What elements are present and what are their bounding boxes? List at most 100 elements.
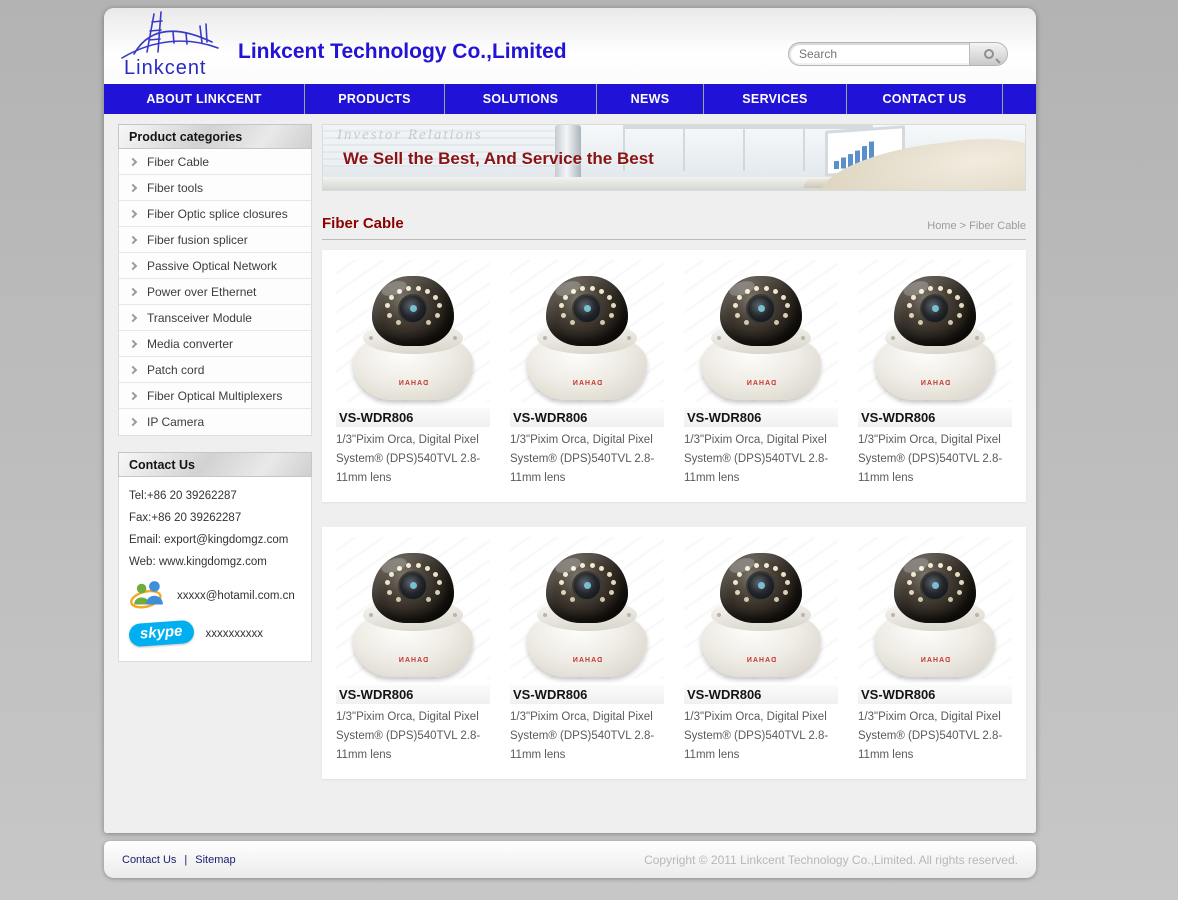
product-image[interactable]: DAHAN [510,537,664,679]
camera-dome [720,276,802,346]
category-label: Passive Optical Network [147,259,277,273]
msn-address[interactable]: xxxxx@hotamil.com.cn [177,590,295,602]
nav-item-solutions[interactable]: SOLUTIONS [445,84,597,114]
search-box [788,42,1008,66]
product-image[interactable]: DAHAN [684,537,838,679]
skype-id[interactable]: xxxxxxxxxx [206,628,264,640]
camera-lens [572,571,602,601]
product-description: 1/3"Pixim Orca, Digital Pixel System® (D… [684,431,838,488]
contact-web[interactable]: Web: www.kingdomgz.com [129,556,301,568]
product-image[interactable]: DAHAN [336,260,490,402]
dome-camera-illustration: DAHAN [869,543,1001,679]
product-image[interactable]: DAHAN [510,260,664,402]
camera-lens [398,571,428,601]
bridge-logo-icon [116,10,226,60]
product-title[interactable]: VS-WDR806 [336,408,490,427]
sidebar-item-media-converter[interactable]: Media converter [119,331,311,357]
dome-camera-illustration: DAHAN [695,266,827,402]
copyright: Copyright © 2011 Linkcent Technology Co.… [644,853,1018,867]
skype-logo: skype [128,620,194,647]
msn-messenger-icon [129,580,167,612]
sidebar-item-fiber-optical-multiplexers[interactable]: Fiber Optical Multiplexers [119,383,311,409]
search-input[interactable] [791,45,969,63]
sidebar-item-transceiver-module[interactable]: Transceiver Module [119,305,311,331]
product-card: DAHANVS-WDR8061/3"Pixim Orca, Digital Pi… [848,537,1022,765]
chevron-right-icon [129,157,137,165]
nav-item-services[interactable]: SERVICES [704,84,847,114]
camera-brand-label: DAHAN [695,380,827,387]
product-card: DAHANVS-WDR8061/3"Pixim Orca, Digital Pi… [326,260,500,488]
sidebar-item-passive-optical-network[interactable]: Passive Optical Network [119,253,311,279]
nav-filler [1003,84,1036,114]
product-title[interactable]: VS-WDR806 [858,408,1012,427]
chevron-right-icon [129,391,137,399]
main-nav: ABOUT LINKCENTPRODUCTSSOLUTIONSNEWSSERVI… [104,84,1036,114]
chevron-right-icon [129,339,137,347]
logo[interactable]: Linkcent [116,10,236,82]
categories-list: Fiber Cable Fiber toolsFiber Optic splice… [118,149,312,436]
product-card: DAHANVS-WDR8061/3"Pixim Orca, Digital Pi… [674,537,848,765]
nav-item-news[interactable]: NEWS [597,84,704,114]
chevron-right-icon [129,418,137,426]
camera-dome [894,553,976,623]
product-title[interactable]: VS-WDR806 [510,685,664,704]
camera-dome [372,276,454,346]
search-button[interactable] [969,43,1007,65]
camera-lens [572,294,602,324]
sidebar: Product categories Fiber CableFiber tool… [118,124,312,662]
product-image[interactable]: DAHAN [858,537,1012,679]
dome-camera-illustration: DAHAN [347,543,479,679]
camera-lens [746,294,776,324]
nav-item-about-linkcent[interactable]: ABOUT LINKCENT [104,84,305,114]
sidebar-item-fiber-cable[interactable]: Fiber Cable [119,149,311,175]
footer-separator: | [184,854,187,866]
category-label: Transceiver Module [147,311,252,325]
sidebar-item-ip-camera[interactable]: IP Camera [119,409,311,435]
product-image[interactable]: DAHAN [684,260,838,402]
sidebar-item-patch-cord[interactable]: Patch cord [119,357,311,383]
search-icon [984,49,994,59]
company-title: Linkcent Technology Co.,Limited [238,40,567,64]
category-label: Patch cord [147,363,204,377]
product-title[interactable]: VS-WDR806 [336,685,490,704]
nav-item-contact-us[interactable]: CONTACT US [847,84,1003,114]
category-label: Fiber Optical Multiplexers [147,389,282,403]
camera-brand-label: DAHAN [869,380,1001,387]
sidebar-item-fiber-optic-splice-closures[interactable]: Fiber Optic splice closures [119,201,311,227]
nav-item-products[interactable]: PRODUCTS [305,84,445,114]
camera-dome [894,276,976,346]
contact-box: Tel:+86 20 39262287 Fax:+86 20 39262287 … [118,477,312,662]
camera-lens [398,294,428,324]
breadcrumb[interactable]: Home > Fiber Cable [927,220,1026,232]
sidebar-item-fiber-fusion-splicer[interactable]: Fiber fusion splicer [119,227,311,253]
category-label: Fiber Cable [147,155,209,169]
banner-watermark-text: Investor Relations [337,127,483,144]
camera-brand-label: DAHAN [521,380,653,387]
dome-camera-illustration: DAHAN [869,266,1001,402]
footer-link-contact-us[interactable]: Contact Us [122,854,176,866]
sidebar-item-fiber-tools[interactable]: Fiber tools [119,175,311,201]
contact-header: Contact Us [118,452,312,477]
chevron-right-icon [129,183,137,191]
category-label: Fiber fusion splicer [147,233,248,247]
content-area: Product categories Fiber CableFiber tool… [104,114,1036,833]
product-image[interactable]: DAHAN [336,537,490,679]
footer: Contact Us | Sitemap Copyright © 2011 Link… [104,841,1036,878]
product-title[interactable]: VS-WDR806 [684,685,838,704]
chart-bar [834,161,839,169]
product-title[interactable]: VS-WDR806 [510,408,664,427]
dome-camera-illustration: DAHAN [695,543,827,679]
heading-row: Fiber Cable Home > Fiber Cable [322,215,1026,232]
product-image[interactable]: DAHAN [858,260,1012,402]
chevron-right-icon [129,235,137,243]
footer-link-sitemap[interactable]: Sitemap [195,854,235,866]
product-card: DAHANVS-WDR8061/3"Pixim Orca, Digital Pi… [326,537,500,765]
contact-email[interactable]: Email: export@kingdomgz.com [129,534,301,546]
logo-wordmark: Linkcent [124,57,207,80]
product-title[interactable]: VS-WDR806 [684,408,838,427]
chevron-right-icon [129,209,137,217]
sidebar-item-power-over-ethernet[interactable]: Power over Ethernet [119,279,311,305]
product-card: DAHANVS-WDR8061/3"Pixim Orca, Digital Pi… [500,537,674,765]
product-title[interactable]: VS-WDR806 [858,685,1012,704]
chevron-right-icon [129,261,137,269]
